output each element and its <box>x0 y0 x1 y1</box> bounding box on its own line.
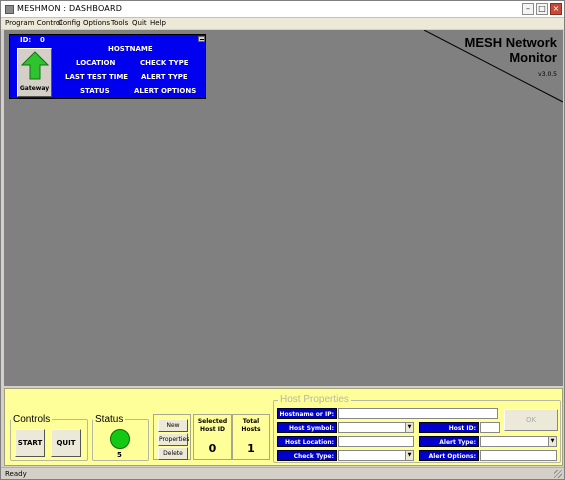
host-properties-legend: Host Properties <box>278 394 351 405</box>
maximize-button[interactable]: □ <box>536 3 548 15</box>
menu-program-control[interactable]: Program Control <box>5 18 62 29</box>
card-location: LOCATION <box>76 59 116 67</box>
host-id-field-label: Host ID: <box>419 422 479 433</box>
main-window: MESHMON : DASHBOARD – □ × Program Contro… <box>0 0 565 480</box>
status-bar: Ready <box>1 467 564 479</box>
delete-button[interactable]: Delete <box>158 447 188 460</box>
menu-quit[interactable]: Quit <box>132 18 147 29</box>
hostname-ip-label: Hostname or IP: <box>277 408 337 419</box>
card-status: STATUS <box>80 87 110 95</box>
network-canvas[interactable]: MESH Network Monitor v3.0.5 ID: 0 HOSTNA… <box>4 30 563 386</box>
total-hosts-label: Total Hosts <box>241 418 261 433</box>
status-legend: Status <box>95 414 124 425</box>
brand-title-line1: MESH Network <box>464 35 557 50</box>
menu-options[interactable]: Options <box>83 18 110 29</box>
gateway-label: Gateway <box>19 85 50 92</box>
ok-button[interactable]: OK <box>504 409 558 431</box>
minimize-button[interactable]: – <box>522 3 534 15</box>
status-value: 5 <box>117 451 122 459</box>
alert-type-label: Alert Type: <box>419 436 479 447</box>
resize-grip-icon[interactable] <box>554 470 562 478</box>
host-location-input[interactable] <box>338 436 414 447</box>
chevron-down-icon: ▼ <box>405 451 413 460</box>
quit-button[interactable]: QUIT <box>51 429 81 457</box>
card-alert-options: ALERT OPTIONS <box>134 87 197 95</box>
title-bar: MESHMON : DASHBOARD – □ × <box>1 1 564 18</box>
host-location-label: Host Location: <box>277 436 337 447</box>
brand-title-line2: Monitor <box>509 50 557 65</box>
alert-type-select[interactable]: ▼ <box>480 436 557 447</box>
hostname-ip-input[interactable] <box>338 408 498 419</box>
card-last-test-time: LAST TEST TIME <box>65 73 129 81</box>
app-icon <box>5 5 14 14</box>
total-hosts-value: 1 <box>247 442 255 455</box>
controls-legend: Controls <box>13 414 51 425</box>
status-bar-text: Ready <box>5 470 27 478</box>
menu-bar: Program Control Config Options Tools Qui… <box>1 18 564 29</box>
bottom-panel: Controls START QUIT Status 5 New Host Pr… <box>4 388 563 466</box>
close-button[interactable]: × <box>550 3 562 15</box>
check-type-label: Check Type: <box>277 450 337 461</box>
selected-host-value: 0 <box>208 442 217 455</box>
version-label: v3.0.5 <box>538 71 557 78</box>
selected-host-label: Selected Host ID <box>197 418 228 433</box>
chevron-down-icon: ▼ <box>548 437 556 446</box>
card-hostname: HOSTNAME <box>108 45 153 53</box>
properties-button[interactable]: Properties <box>158 433 189 446</box>
host-id-value: 0 <box>40 36 45 44</box>
new-host-button[interactable]: New Host <box>158 419 188 441</box>
status-lamp-icon <box>110 429 130 449</box>
chevron-down-icon: ▼ <box>405 423 413 432</box>
up-arrow-icon <box>21 51 49 80</box>
host-id-label: ID: <box>20 36 32 44</box>
host-symbol-label: Host Symbol: <box>277 422 337 433</box>
check-type-select[interactable]: ▼ <box>338 450 414 461</box>
total-hosts-box: Total Hosts 1 <box>232 414 270 460</box>
window-title: MESHMON : DASHBOARD <box>17 4 123 13</box>
menu-config[interactable]: Config <box>58 18 80 29</box>
card-alert-type: ALERT TYPE <box>141 73 188 81</box>
host-card-gateway[interactable]: ID: 0 HOSTNAME LOCATION CHECK TYPE LAST … <box>9 34 206 99</box>
menu-help[interactable]: Help <box>150 18 166 29</box>
menu-tools[interactable]: Tools <box>111 18 128 29</box>
start-button[interactable]: START <box>15 429 45 457</box>
selected-host-box: Selected Host ID 0 <box>193 414 232 460</box>
brand-title: MESH Network Monitor <box>427 35 557 65</box>
host-id-field-input[interactable] <box>480 422 500 433</box>
host-symbol-select[interactable]: ▼ <box>338 422 414 433</box>
card-minimize-icon[interactable] <box>198 36 205 42</box>
alert-options-input[interactable] <box>480 450 557 461</box>
alert-options-label: Alert Options: <box>419 450 479 461</box>
gateway-host-icon[interactable]: Gateway <box>17 48 52 97</box>
card-check-type: CHECK TYPE <box>140 59 189 67</box>
